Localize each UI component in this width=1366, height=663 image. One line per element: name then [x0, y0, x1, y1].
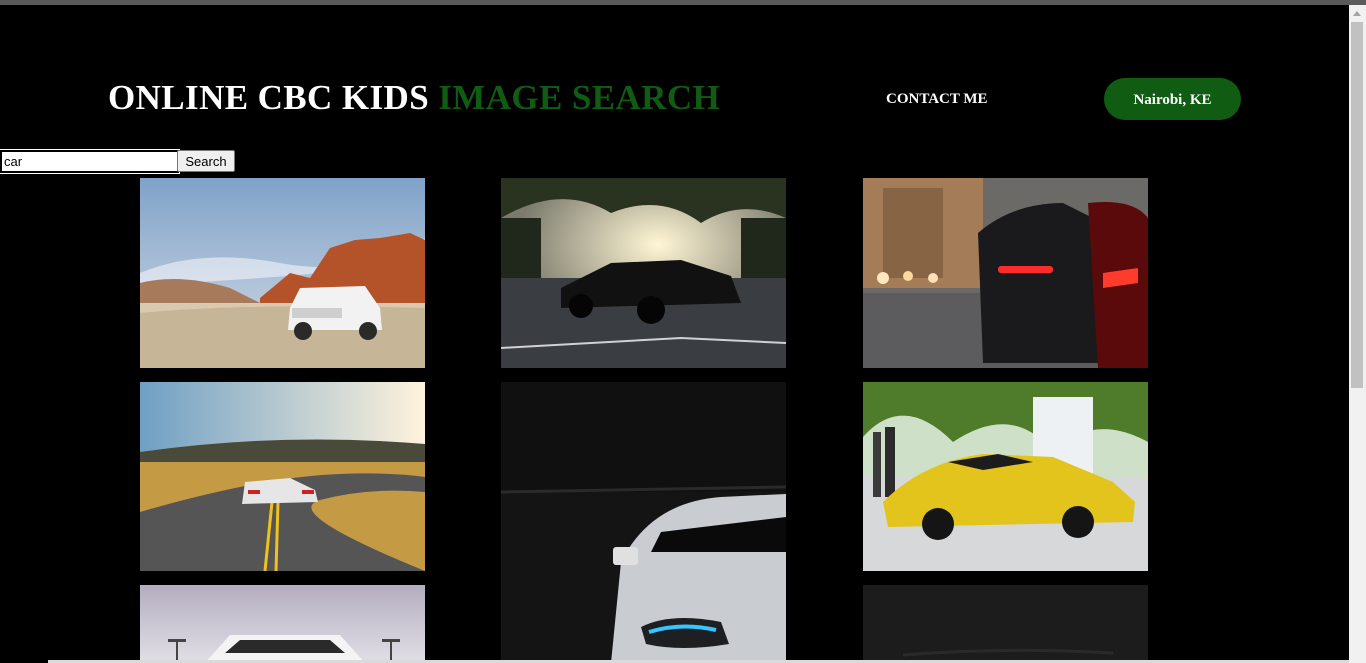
result-image-3[interactable] — [863, 178, 1148, 368]
browser-top-edge — [0, 0, 1366, 5]
page-title: ONLINE CBC KIDS IMAGE SEARCH — [108, 77, 720, 119]
suv-desert-photo — [140, 178, 425, 368]
white-car-front-photo — [140, 585, 425, 663]
result-image-5[interactable] — [501, 382, 786, 663]
result-image-8[interactable] — [863, 585, 1148, 663]
contact-link[interactable]: CONTACT ME — [886, 89, 988, 109]
winding-road-photo — [140, 382, 425, 571]
title-main: ONLINE CBC KIDS — [108, 78, 430, 117]
search-button[interactable]: Search — [177, 150, 235, 172]
result-image-7[interactable] — [140, 585, 425, 663]
dark-headlight-photo — [501, 382, 786, 663]
result-image-4[interactable] — [140, 382, 425, 571]
dark-car-photo — [863, 585, 1148, 663]
yellow-sports-car-photo — [863, 382, 1148, 571]
location-button[interactable]: Nairobi, KE — [1104, 78, 1241, 120]
tail-lights-photo — [863, 178, 1148, 368]
search-input[interactable] — [0, 149, 180, 174]
result-image-6[interactable] — [863, 382, 1148, 571]
title-accent: IMAGE SEARCH — [438, 78, 721, 117]
result-image-1[interactable] — [140, 178, 425, 368]
scroll-up-arrow-icon[interactable] — [1353, 11, 1361, 16]
result-image-2[interactable] — [501, 178, 786, 368]
black-car-sunset-photo — [501, 178, 786, 368]
scrollbar-thumb[interactable] — [1351, 22, 1363, 388]
vertical-scrollbar[interactable] — [1349, 5, 1366, 663]
